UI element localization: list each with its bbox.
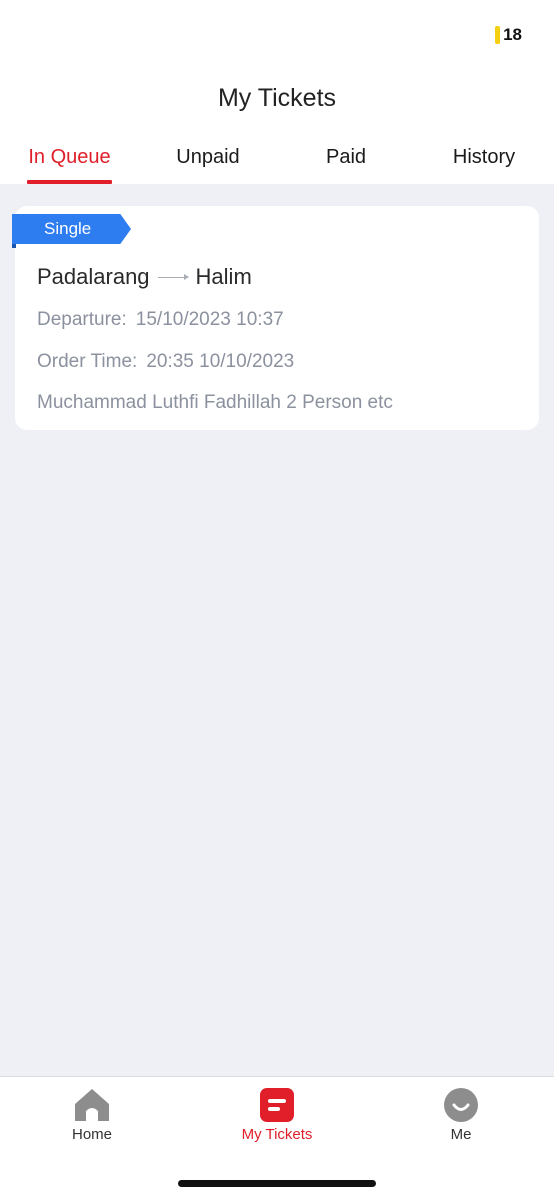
route-to: Halim [195, 264, 252, 289]
nav-home[interactable]: Home [32, 1087, 152, 1143]
tab-unpaid[interactable]: Unpaid [168, 146, 248, 184]
nav-my-tickets-label: My Tickets [241, 1126, 313, 1143]
nav-my-tickets[interactable]: My Tickets [217, 1087, 337, 1143]
home-icon [75, 1089, 109, 1121]
tab-label: In Queue [28, 146, 111, 168]
ticket-card[interactable]: Single Padalarang Halim Departure: 15/10/… [12, 206, 539, 430]
route-arrow-icon [157, 271, 190, 283]
battery-icon [495, 26, 501, 44]
nav-me[interactable]: Me [401, 1087, 521, 1143]
nav-home-label: Home [71, 1126, 112, 1143]
page-title: My Tickets [217, 84, 337, 112]
status-bar: 18 [0, 0, 554, 70]
tab-label: Paid [325, 146, 367, 168]
tickets-icon [260, 1088, 294, 1122]
header: My Tickets In Queue Unpaid Paid History [0, 70, 554, 184]
battery-level: 18 [503, 25, 522, 44]
tab-paid[interactable]: Paid [316, 146, 376, 184]
ticket-list: Single Padalarang Halim Departure: 15/10/… [0, 184, 554, 1076]
passenger-info: Muchammad Luthfi Fadhillah 2 Person etc [37, 392, 393, 413]
badge-fold [12, 244, 16, 248]
order-time-info: Order Time: 20:35 10/10/2023 [37, 351, 294, 373]
ticket-route: Padalarang Halim [37, 264, 252, 290]
departure-info: Departure: 15/10/2023 10:37 [37, 309, 284, 331]
order-time-label: Order Time: [37, 351, 138, 372]
profile-icon [444, 1088, 478, 1122]
order-time-value: 20:35 10/10/2023 [146, 351, 295, 372]
tab-bar: In Queue Unpaid Paid History [0, 146, 554, 184]
tab-in-queue[interactable]: In Queue [27, 146, 112, 184]
ticket-type-badge: Single [12, 214, 131, 244]
route-from: Padalarang [37, 264, 150, 289]
tab-label: Unpaid [176, 146, 240, 168]
tab-history[interactable]: History [446, 146, 522, 184]
battery-indicator: 18 [495, 25, 522, 45]
home-indicator [178, 1180, 376, 1187]
departure-label: Departure: [37, 309, 127, 330]
nav-me-label: Me [450, 1126, 472, 1143]
departure-value: 15/10/2023 10:37 [135, 309, 284, 330]
tab-label: History [452, 146, 516, 168]
